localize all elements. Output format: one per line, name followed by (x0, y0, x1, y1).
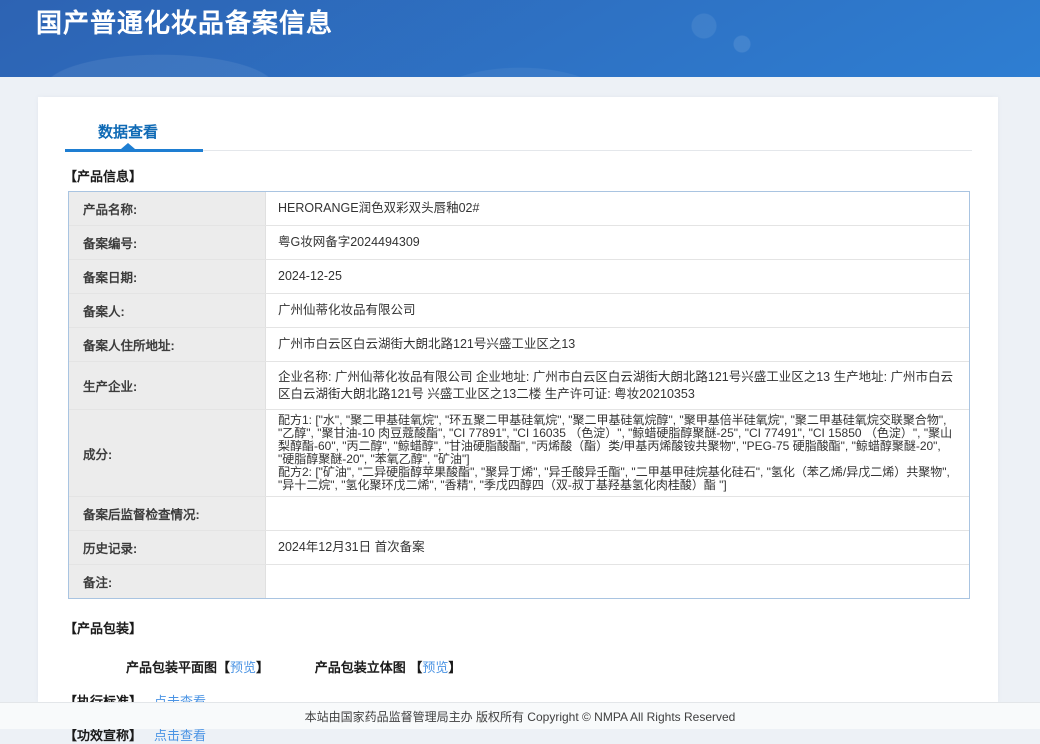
tab-data-view[interactable]: 数据查看 (98, 121, 158, 142)
row-value (266, 497, 969, 530)
table-row: 生产企业: 企业名称: 广州仙蒂化妆品有限公司 企业地址: 广州市白云区白云湖街… (69, 362, 969, 410)
table-row: 成分: 配方1: ["水", "聚二甲基硅氧烷", "环五聚二甲基硅氧烷", "… (69, 410, 969, 497)
row-label: 产品名称: (69, 192, 266, 225)
tab-bar: 数据查看 (65, 120, 972, 152)
packaging-links-row: 产品包装平面图【预览】 产品包装立体图 【预览】 (126, 657, 998, 676)
row-value: 2024-12-25 (278, 269, 342, 284)
bracket-open: 【 (217, 660, 231, 675)
product-info-table: 产品名称: HERORANGE润色双彩双头唇釉02# 备案编号: 粤G妆网备字2… (68, 191, 970, 599)
table-row: 备案编号: 粤G妆网备字2024494309 (69, 226, 969, 260)
row-label: 备注: (69, 565, 266, 598)
packaging-stereo-group: 产品包装立体图 【预览】 (315, 660, 462, 675)
row-label: 备案人住所地址: (69, 328, 266, 361)
bracket-open: 【 (409, 660, 423, 675)
table-row: 产品名称: HERORANGE润色双彩双头唇釉02# (69, 192, 969, 226)
footer: 本站由国家药品监督管理局主办 版权所有 Copyright © NMPA All… (0, 702, 1040, 729)
section-product-info: 【产品信息】 (64, 169, 143, 184)
row-value: 粤G妆网备字2024494309 (278, 235, 420, 250)
table-row: 备注: (69, 565, 969, 598)
tab-active-underline (65, 143, 203, 152)
page-header: 国产普通化妆品备案信息 (0, 0, 1040, 77)
row-value: 广州仙蒂化妆品有限公司 (278, 303, 416, 318)
row-label: 历史记录: (69, 531, 266, 564)
row-label: 备案日期: (69, 260, 266, 293)
row-label: 备案编号: (69, 226, 266, 259)
row-value: 2024年12月31日 首次备案 (278, 540, 425, 555)
table-row: 历史记录: 2024年12月31日 首次备案 (69, 531, 969, 565)
view-efficacy-link[interactable]: 点击查看 (154, 728, 206, 743)
row-value: HERORANGE润色双彩双头唇釉02# (278, 201, 480, 216)
row-value-ingredients: 配方1: ["水", "聚二甲基硅氧烷", "环五聚二甲基硅氧烷", "聚二甲基… (278, 413, 953, 492)
table-row: 备案人住所地址: 广州市白云区白云湖街大朗北路121号兴盛工业区之13 (69, 328, 969, 362)
efficacy-title: 【功效宣称】 (64, 728, 143, 743)
row-label: 备案人: (69, 294, 266, 327)
page-title: 国产普通化妆品备案信息 (36, 8, 334, 38)
table-row: 备案日期: 2024-12-25 (69, 260, 969, 294)
row-value: 广州市白云区白云湖街大朗北路121号兴盛工业区之13 (278, 337, 576, 352)
preview-link-flat[interactable]: 预览 (230, 660, 256, 675)
preview-link-stereo[interactable]: 预览 (422, 660, 448, 675)
table-row: 备案人: 广州仙蒂化妆品有限公司 (69, 294, 969, 328)
copyright-text: 本站由国家药品监督管理局主办 版权所有 Copyright © NMPA All… (304, 709, 736, 724)
section-packaging: 【产品包装】 (64, 621, 143, 636)
packaging-stereo-label: 产品包装立体图 (314, 660, 406, 675)
packaging-flat-group: 产品包装平面图【预览】 (126, 660, 273, 675)
row-label: 生产企业: (69, 362, 266, 409)
row-label: 备案后监督检查情况: (69, 497, 266, 530)
content-card: 数据查看 【产品信息】 产品名称: HERORANGE润色双彩双头唇釉02# 备… (38, 97, 998, 743)
row-label: 成分: (69, 410, 266, 496)
bracket-close: 】 (448, 660, 462, 675)
row-value (266, 565, 969, 598)
row-value: 企业名称: 广州仙蒂化妆品有限公司 企业地址: 广州市白云区白云湖街大朗北路12… (278, 370, 954, 401)
table-row: 备案后监督检查情况: (69, 497, 969, 531)
packaging-flat-label: 产品包装平面图 (126, 660, 218, 675)
bracket-close: 】 (256, 660, 270, 675)
